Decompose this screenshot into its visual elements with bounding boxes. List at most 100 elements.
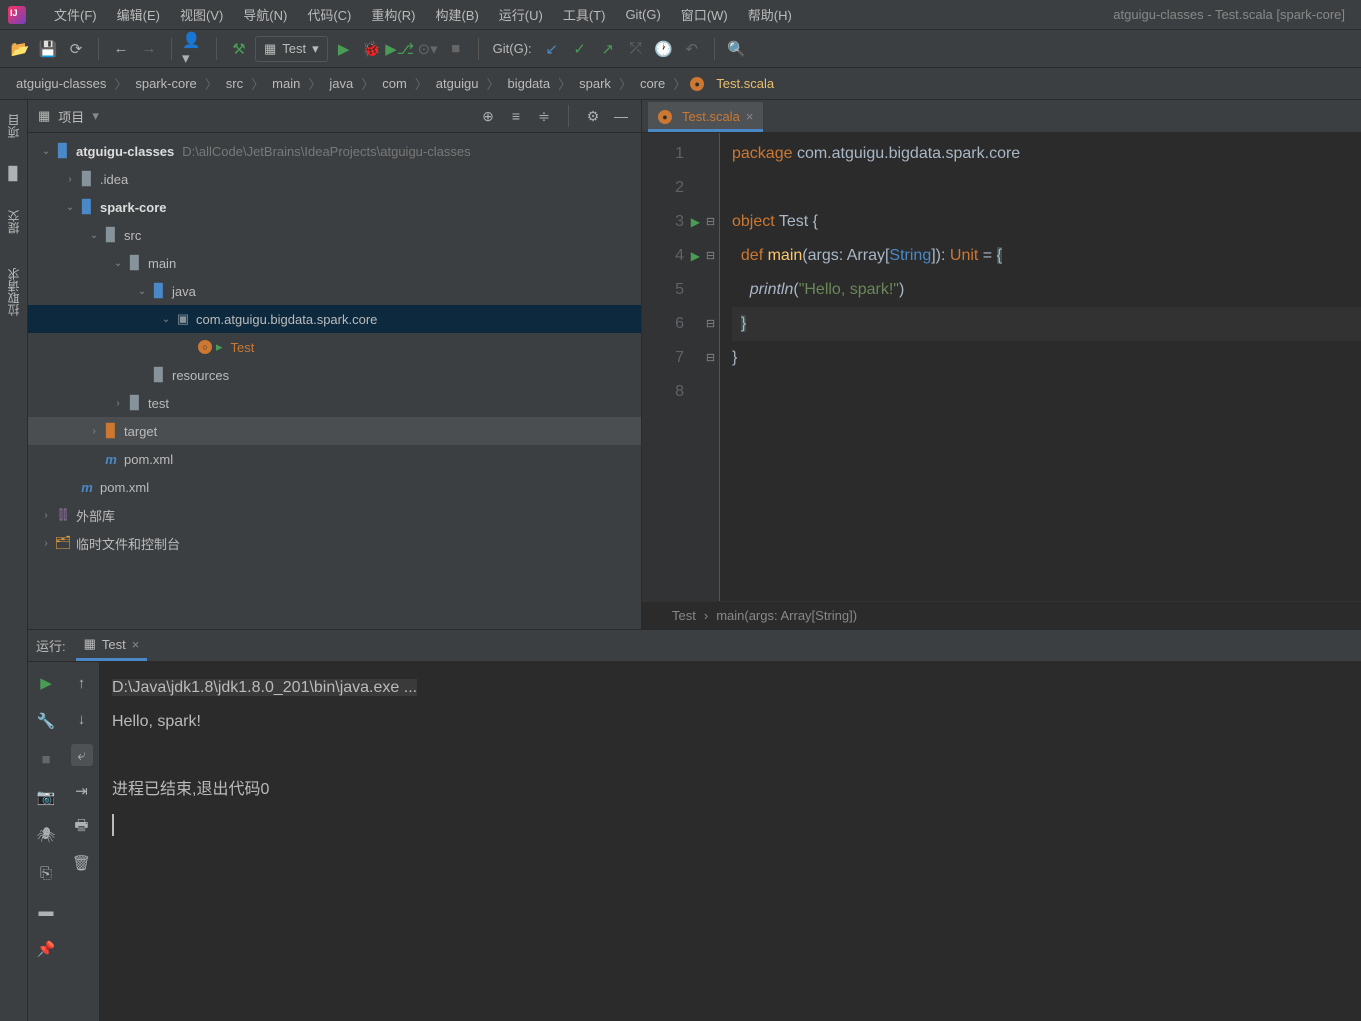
collapse-icon[interactable]: ≑ xyxy=(534,108,554,125)
locate-icon[interactable]: ⊕ xyxy=(478,108,498,125)
git-pull-icon[interactable]: ↙ xyxy=(540,37,564,61)
tree-target[interactable]: ›▉target xyxy=(28,417,641,445)
folder-icon[interactable]: ▉ xyxy=(6,166,22,182)
menu-window[interactable]: 窗口(W) xyxy=(671,1,738,28)
bc-7[interactable]: bigdata xyxy=(503,74,554,93)
run-config-selector[interactable]: ▦ Test ▾ xyxy=(255,36,328,62)
refresh-icon[interactable]: ⟳ xyxy=(64,37,88,61)
hammer-icon[interactable]: ⚒ xyxy=(227,37,251,61)
tree-scratch[interactable]: ›🗂临时文件和控制台 xyxy=(28,529,641,557)
save-icon[interactable]: 💾 xyxy=(36,37,60,61)
back-icon[interactable]: ← xyxy=(109,37,133,61)
coverage-icon[interactable]: ▶⎇ xyxy=(388,37,412,61)
fold-end-icon[interactable]: ⊟ xyxy=(702,341,719,375)
exit-icon[interactable]: ⎘ xyxy=(35,862,57,884)
down-icon[interactable]: ↓ xyxy=(71,708,93,730)
tree-pom1[interactable]: mpom.xml xyxy=(28,445,641,473)
bc-1[interactable]: spark-core xyxy=(131,74,200,93)
rerun-icon[interactable]: ▶ xyxy=(35,672,57,694)
tree-java[interactable]: ⌄▉java xyxy=(28,277,641,305)
stop-icon[interactable]: ■ xyxy=(35,748,57,770)
tree-pom2[interactable]: mpom.xml xyxy=(28,473,641,501)
camera-icon[interactable]: 📷 xyxy=(35,786,57,808)
print-icon[interactable]: 🖶 xyxy=(71,816,93,838)
fold-end-icon[interactable]: ⊟ xyxy=(702,307,719,341)
wrap-icon[interactable]: ⤶ xyxy=(71,744,93,766)
expand-icon[interactable]: ≡ xyxy=(506,108,526,124)
menu-help[interactable]: 帮助(H) xyxy=(738,1,802,28)
bc-8[interactable]: spark xyxy=(575,74,615,93)
tree-idea[interactable]: ›▉.idea xyxy=(28,165,641,193)
git-branch-icon[interactable]: ⤱ xyxy=(624,37,648,61)
menu-refactor[interactable]: 重构(R) xyxy=(361,1,425,28)
menu-view[interactable]: 视图(V) xyxy=(170,1,233,28)
tree-package[interactable]: ⌄▣com.atguigu.bigdata.spark.core xyxy=(28,305,641,333)
project-tree[interactable]: ⌄▉ atguigu-classes D:\allCode\JetBrains\… xyxy=(28,133,641,629)
chevron-down-icon[interactable]: ▾ xyxy=(92,108,99,124)
ed-crumb-2[interactable]: main(args: Array[String]) xyxy=(716,608,857,623)
git-commit-icon[interactable]: ✓ xyxy=(568,37,592,61)
menu-tools[interactable]: 工具(T) xyxy=(553,1,616,28)
fold-icon[interactable]: ⊟ xyxy=(702,205,719,239)
hide-icon[interactable]: — xyxy=(611,108,631,124)
bc-5[interactable]: com xyxy=(378,74,411,93)
avatar-icon[interactable]: 👤▾ xyxy=(182,37,206,61)
rollback-icon[interactable]: ↶ xyxy=(680,37,704,61)
open-icon[interactable]: 📂 xyxy=(8,37,32,61)
bc-6[interactable]: atguigu xyxy=(432,74,483,93)
menu-navigate[interactable]: 导航(N) xyxy=(233,1,297,28)
history-icon[interactable]: 🕐 xyxy=(652,37,676,61)
tree-test-dir[interactable]: ›▉test xyxy=(28,389,641,417)
up-icon[interactable]: ↑ xyxy=(71,672,93,694)
tab-label: Test.scala xyxy=(682,109,740,124)
menu-build[interactable]: 构建(B) xyxy=(425,1,488,28)
bc-4[interactable]: java xyxy=(325,74,357,93)
bc-3[interactable]: main xyxy=(268,74,304,93)
bc-0[interactable]: atguigu-classes xyxy=(12,74,110,93)
menu-file[interactable]: 文件(F) xyxy=(44,1,107,28)
run-icon[interactable]: ▶ xyxy=(332,37,356,61)
tree-src[interactable]: ⌄▉src xyxy=(28,221,641,249)
scala-object-icon: ○ xyxy=(198,340,212,354)
tree-main[interactable]: ⌄▉main xyxy=(28,249,641,277)
layout-icon[interactable]: ▬ xyxy=(35,900,57,922)
gutter-commit[interactable]: 提交 xyxy=(3,204,24,240)
search-icon[interactable]: 🔍 xyxy=(725,37,749,61)
editor-tab-test[interactable]: ● Test.scala × xyxy=(648,102,763,132)
trash-icon[interactable]: 🗑 xyxy=(71,852,93,874)
tree-root[interactable]: ⌄▉ atguigu-classes D:\allCode\JetBrains\… xyxy=(28,137,641,165)
profile-icon[interactable]: ⊙▾ xyxy=(416,37,440,61)
run-gutter-icon[interactable]: ▶ xyxy=(691,239,700,273)
tree-resources[interactable]: ▉resources xyxy=(28,361,641,389)
menu-edit[interactable]: 编辑(E) xyxy=(107,1,170,28)
pin-icon[interactable]: 📌 xyxy=(35,938,57,960)
code-editor[interactable]: 1 2 ▶3 ▶4 5 6 7 8 ⊟ ⊟ ⊟ xyxy=(642,133,1361,601)
run-tab-test[interactable]: ▦ Test × xyxy=(76,631,148,661)
close-icon[interactable]: × xyxy=(132,637,140,652)
debug-icon[interactable]: 🐞 xyxy=(360,37,384,61)
gear-icon[interactable]: ⚙ xyxy=(583,108,603,125)
tree-ext-lib[interactable]: ›⫿⫿外部库 xyxy=(28,501,641,529)
wrench-icon[interactable]: 🔧 xyxy=(35,710,57,732)
close-tab-icon[interactable]: × xyxy=(746,109,754,124)
debug-icon[interactable]: 🕷 xyxy=(35,824,57,846)
git-push-icon[interactable]: ↗ xyxy=(596,37,620,61)
stop-icon[interactable]: ■ xyxy=(444,37,468,61)
bc-10[interactable]: Test.scala xyxy=(712,74,778,93)
bc-2[interactable]: src xyxy=(222,74,247,93)
gutter-pull[interactable]: 拉取请求 xyxy=(3,262,24,322)
forward-icon[interactable]: → xyxy=(137,37,161,61)
run-gutter-icon[interactable]: ▶ xyxy=(691,205,700,239)
menu-code[interactable]: 代码(C) xyxy=(297,1,361,28)
ed-crumb-1[interactable]: Test xyxy=(672,608,696,623)
gutter-project[interactable]: 项目 xyxy=(3,108,24,144)
code-area[interactable]: package com.atguigu.bigdata.spark.core o… xyxy=(720,133,1361,601)
menu-git[interactable]: Git(G) xyxy=(615,3,670,26)
console-output[interactable]: D:\Java\jdk1.8\jdk1.8.0_201\bin\java.exe… xyxy=(100,662,1361,1021)
tree-sparkcore[interactable]: ⌄▉spark-core xyxy=(28,193,641,221)
tree-test-file[interactable]: ○ ▸ Test xyxy=(28,333,641,361)
fold-icon[interactable]: ⊟ xyxy=(702,239,719,273)
bc-9[interactable]: core xyxy=(636,74,669,93)
menu-run[interactable]: 运行(U) xyxy=(489,1,553,28)
scroll-icon[interactable]: ⇥ xyxy=(71,780,93,802)
